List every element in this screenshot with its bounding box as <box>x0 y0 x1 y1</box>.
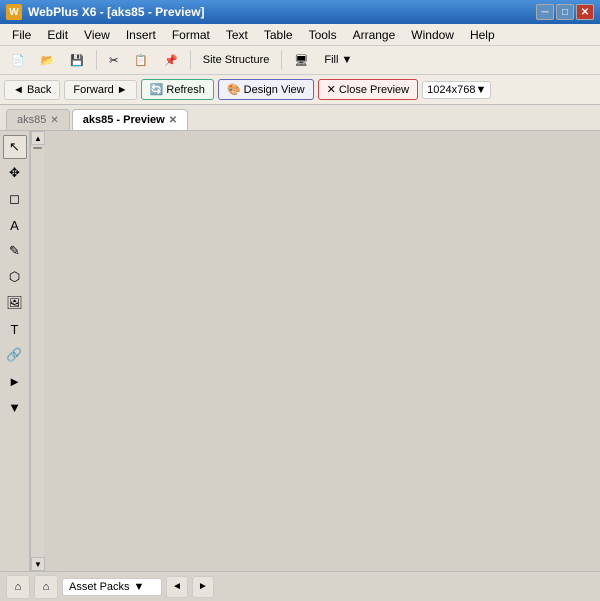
home-button[interactable]: ⌂ <box>6 575 30 599</box>
window-title: WebPlus X6 - [aks85 - Preview] <box>28 5 205 19</box>
tool-type[interactable]: T <box>3 317 27 341</box>
menu-help[interactable]: Help <box>462 26 503 44</box>
menu-format[interactable]: Format <box>164 26 218 44</box>
home-icon: ⌂ <box>15 581 22 593</box>
separator-3 <box>281 50 282 70</box>
minimize-button[interactable]: ─ <box>536 4 554 20</box>
close-button[interactable]: ✕ <box>576 4 594 20</box>
canvas-inner-layout: Asset packs youcreate your ownm layouts … <box>30 131 44 571</box>
next-page-button[interactable]: ► <box>192 576 214 598</box>
menu-file[interactable]: File <box>4 26 39 44</box>
tool-arrow-right[interactable]: ► <box>3 369 27 393</box>
menu-arrange[interactable]: Arrange <box>345 26 404 44</box>
tool-arrow-down[interactable]: ▼ <box>3 395 27 419</box>
close-preview-button[interactable]: ✕ Close Preview <box>318 79 419 100</box>
tab-aks85[interactable]: aks85 ✕ <box>6 109 70 130</box>
right-scroll-thumb[interactable] <box>33 147 42 149</box>
tool-pen[interactable]: ✎ <box>3 239 27 263</box>
open-button[interactable]: 📂 <box>34 51 62 70</box>
menu-table[interactable]: Table <box>256 26 301 44</box>
separator-1 <box>96 50 97 70</box>
left-tools-panel: ↖ ✥ ◻ A ✎ ⬡ 🖼 T 🔗 ► ▼ <box>0 131 30 571</box>
site-structure-button[interactable]: Site Structure <box>196 51 277 69</box>
copy-button[interactable]: 📋 <box>127 51 155 70</box>
page-label: Asset Packs <box>69 581 130 593</box>
menu-insert[interactable]: Insert <box>118 26 164 44</box>
scroll-down-arrow[interactable]: ▼ <box>31 557 45 571</box>
tab-close-aks85[interactable]: ✕ <box>50 115 58 126</box>
tool-image[interactable]: 🖼 <box>3 291 27 315</box>
nav-bar: ◄ Back Forward ► 🔄 Refresh 🎨 Design View… <box>0 75 600 105</box>
toolbar-area: 📄 📂 💾 ✂ 📋 📌 Site Structure 🖥 Fill ▼ <box>0 46 600 75</box>
dropdown-arrow-icon: ▼ <box>134 581 145 593</box>
window-controls: ─ □ ✕ <box>536 4 594 20</box>
paste-button[interactable]: 📌 <box>157 51 185 70</box>
menu-view[interactable]: View <box>76 26 118 44</box>
scroll-up-arrow[interactable]: ▲ <box>31 131 45 145</box>
save-button[interactable]: 💾 <box>63 51 91 70</box>
tab-preview[interactable]: aks85 - Preview ✕ <box>72 109 188 130</box>
fill-button[interactable]: Fill ▼ <box>317 51 359 69</box>
refresh-button[interactable]: 🔄 Refresh <box>141 79 214 100</box>
forward-button[interactable]: Forward ► <box>64 80 136 100</box>
menu-bar: File Edit View Insert Format Text Table … <box>0 24 600 46</box>
right-scrollbar: ▲ ▼ <box>30 131 44 571</box>
prev-arrow-icon: ◄ <box>172 581 182 592</box>
design-view-button[interactable]: 🎨 Design View <box>218 79 314 100</box>
menu-tools[interactable]: Tools <box>301 26 345 44</box>
prev-page-button[interactable]: ◄ <box>166 576 188 598</box>
page-dropdown[interactable]: Asset Packs ▼ <box>62 578 162 596</box>
page-icon-button[interactable]: ⌂ <box>34 575 58 599</box>
back-button[interactable]: ◄ Back <box>4 80 60 100</box>
tool-move[interactable]: ✥ <box>3 161 27 185</box>
tool-shape[interactable]: ⬡ <box>3 265 27 289</box>
main-area: ↖ ✥ ◻ A ✎ ⬡ 🖼 T 🔗 ► ▼ Asset packs youcre… <box>0 131 600 571</box>
tool-rect[interactable]: ◻ <box>3 187 27 211</box>
separator-2 <box>190 50 191 70</box>
tool-select[interactable]: ↖ <box>3 135 27 159</box>
menu-edit[interactable]: Edit <box>39 26 76 44</box>
app-icon: W <box>6 4 22 20</box>
maximize-button[interactable]: □ <box>556 4 574 20</box>
menu-text[interactable]: Text <box>218 26 256 44</box>
tab-close-preview[interactable]: ✕ <box>169 115 177 126</box>
new-button[interactable]: 📄 <box>4 51 32 70</box>
tab-bar: aks85 ✕ aks85 - Preview ✕ <box>0 105 600 131</box>
cut-button[interactable]: ✂ <box>102 51 125 70</box>
right-scroll-track <box>31 145 44 557</box>
monitor-button[interactable]: 🖥 <box>287 51 315 70</box>
next-arrow-icon: ► <box>198 581 208 592</box>
tool-text[interactable]: A <box>3 213 27 237</box>
resolution-dropdown[interactable]: 1024x768 ▼ <box>422 81 491 99</box>
toolbar-row: 📄 📂 💾 ✂ 📋 📌 Site Structure 🖥 Fill ▼ <box>0 46 600 74</box>
menu-window[interactable]: Window <box>403 26 462 44</box>
tool-link[interactable]: 🔗 <box>3 343 27 367</box>
title-bar: W WebPlus X6 - [aks85 - Preview] ─ □ ✕ <box>0 0 600 24</box>
status-bar: ⌂ ⌂ Asset Packs ▼ ◄ ► <box>0 571 600 601</box>
